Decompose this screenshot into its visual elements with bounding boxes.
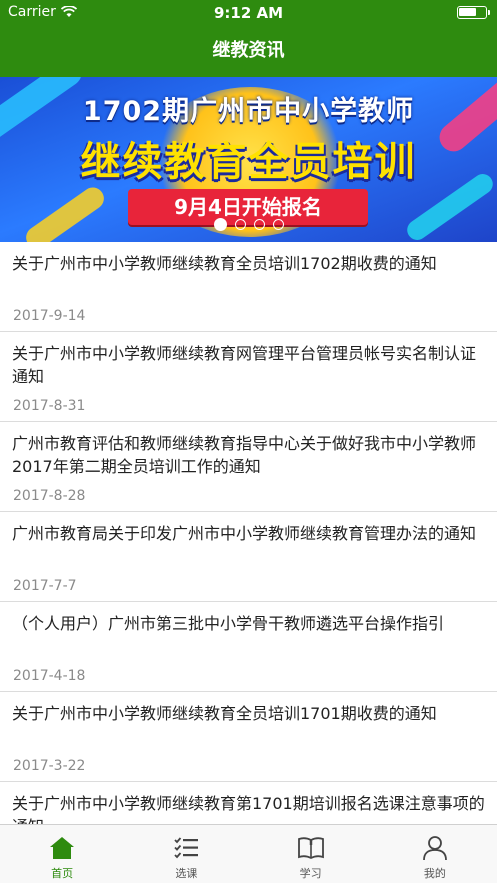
news-title: 广州市教育局关于印发广州市中小学教师继续教育管理办法的通知 xyxy=(12,524,477,543)
news-date: 2017-7-7 xyxy=(13,578,77,594)
status-time: 9:12 AM xyxy=(213,4,284,22)
news-title: 广州市教育评估和教师继续教育指导中心关于做好我市中小学教师2017年第二期全员培… xyxy=(12,434,477,476)
promo-banner[interactable]: 1702期广州市中小学教师 继续教育全员培训 9月4日开始报名 xyxy=(0,77,497,242)
news-item[interactable]: 关于广州市中小学教师继续教育全员培训1702期收费的通知 2017-9-14 xyxy=(0,242,497,332)
banner-page-indicator[interactable] xyxy=(0,218,497,231)
news-title: 关于广州市中小学教师继续教育网管理平台管理员帐号实名制认证通知 xyxy=(12,344,477,386)
news-date: 2017-9-14 xyxy=(13,308,86,324)
news-list: 关于广州市中小学教师继续教育全员培训1702期收费的通知 2017-9-14 关… xyxy=(0,242,497,872)
tab-label: 首页 xyxy=(51,867,74,880)
page-dot-1[interactable] xyxy=(213,218,227,231)
news-title: 关于广州市中小学教师继续教育全员培训1701期收费的通知 xyxy=(12,704,437,723)
top-bar: Carrier 9:12 AM 继教资讯 xyxy=(0,0,497,77)
tab-label: 学习 xyxy=(299,867,322,880)
news-item[interactable]: 广州市教育评估和教师继续教育指导中心关于做好我市中小学教师2017年第二期全员培… xyxy=(0,422,497,512)
checklist-icon xyxy=(174,837,199,859)
page-dot-4[interactable] xyxy=(272,219,284,230)
page-dot-3[interactable] xyxy=(253,219,265,230)
news-item[interactable]: 关于广州市中小学教师继续教育网管理平台管理员帐号实名制认证通知 2017-8-3… xyxy=(0,332,497,422)
user-icon xyxy=(422,836,447,861)
page-title: 继教资讯 xyxy=(212,40,285,61)
tab-label: 我的 xyxy=(423,867,446,880)
news-date: 2017-3-22 xyxy=(13,758,86,774)
page-dot-2[interactable] xyxy=(234,219,246,230)
banner-main-title: 继续教育全员培训 xyxy=(80,139,417,185)
battery-icon xyxy=(457,6,490,19)
news-item[interactable]: 关于广州市中小学教师继续教育全员培训1701期收费的通知 2017-3-22 xyxy=(0,692,497,782)
banner-decor-stripe xyxy=(21,183,109,242)
tab-courses[interactable]: 选课 xyxy=(124,825,248,883)
tab-study[interactable]: 学习 xyxy=(249,825,373,883)
book-icon xyxy=(297,837,324,860)
news-item[interactable]: （个人用户）广州市第三批中小学骨干教师遴选平台操作指引 2017-4-18 xyxy=(0,602,497,692)
banner-headline: 1702期广州市中小学教师 xyxy=(82,96,415,127)
news-title: （个人用户）广州市第三批中小学骨干教师遴选平台操作指引 xyxy=(12,614,445,633)
home-icon xyxy=(50,837,75,859)
news-date: 2017-8-28 xyxy=(13,488,86,504)
tab-bar: 首页 选课 学习 我的 xyxy=(0,824,497,883)
tab-home[interactable]: 首页 xyxy=(0,825,124,883)
news-date: 2017-8-31 xyxy=(13,398,86,414)
news-title: 关于广州市中小学教师继续教育全员培训1702期收费的通知 xyxy=(12,254,437,273)
news-date: 2017-4-18 xyxy=(13,668,86,684)
news-item[interactable]: 广州市教育局关于印发广州市中小学教师继续教育管理办法的通知 2017-7-7 xyxy=(0,512,497,602)
tab-label: 选课 xyxy=(175,867,198,880)
status-bar: Carrier 9:12 AM xyxy=(0,0,497,26)
tab-profile[interactable]: 我的 xyxy=(373,825,497,883)
